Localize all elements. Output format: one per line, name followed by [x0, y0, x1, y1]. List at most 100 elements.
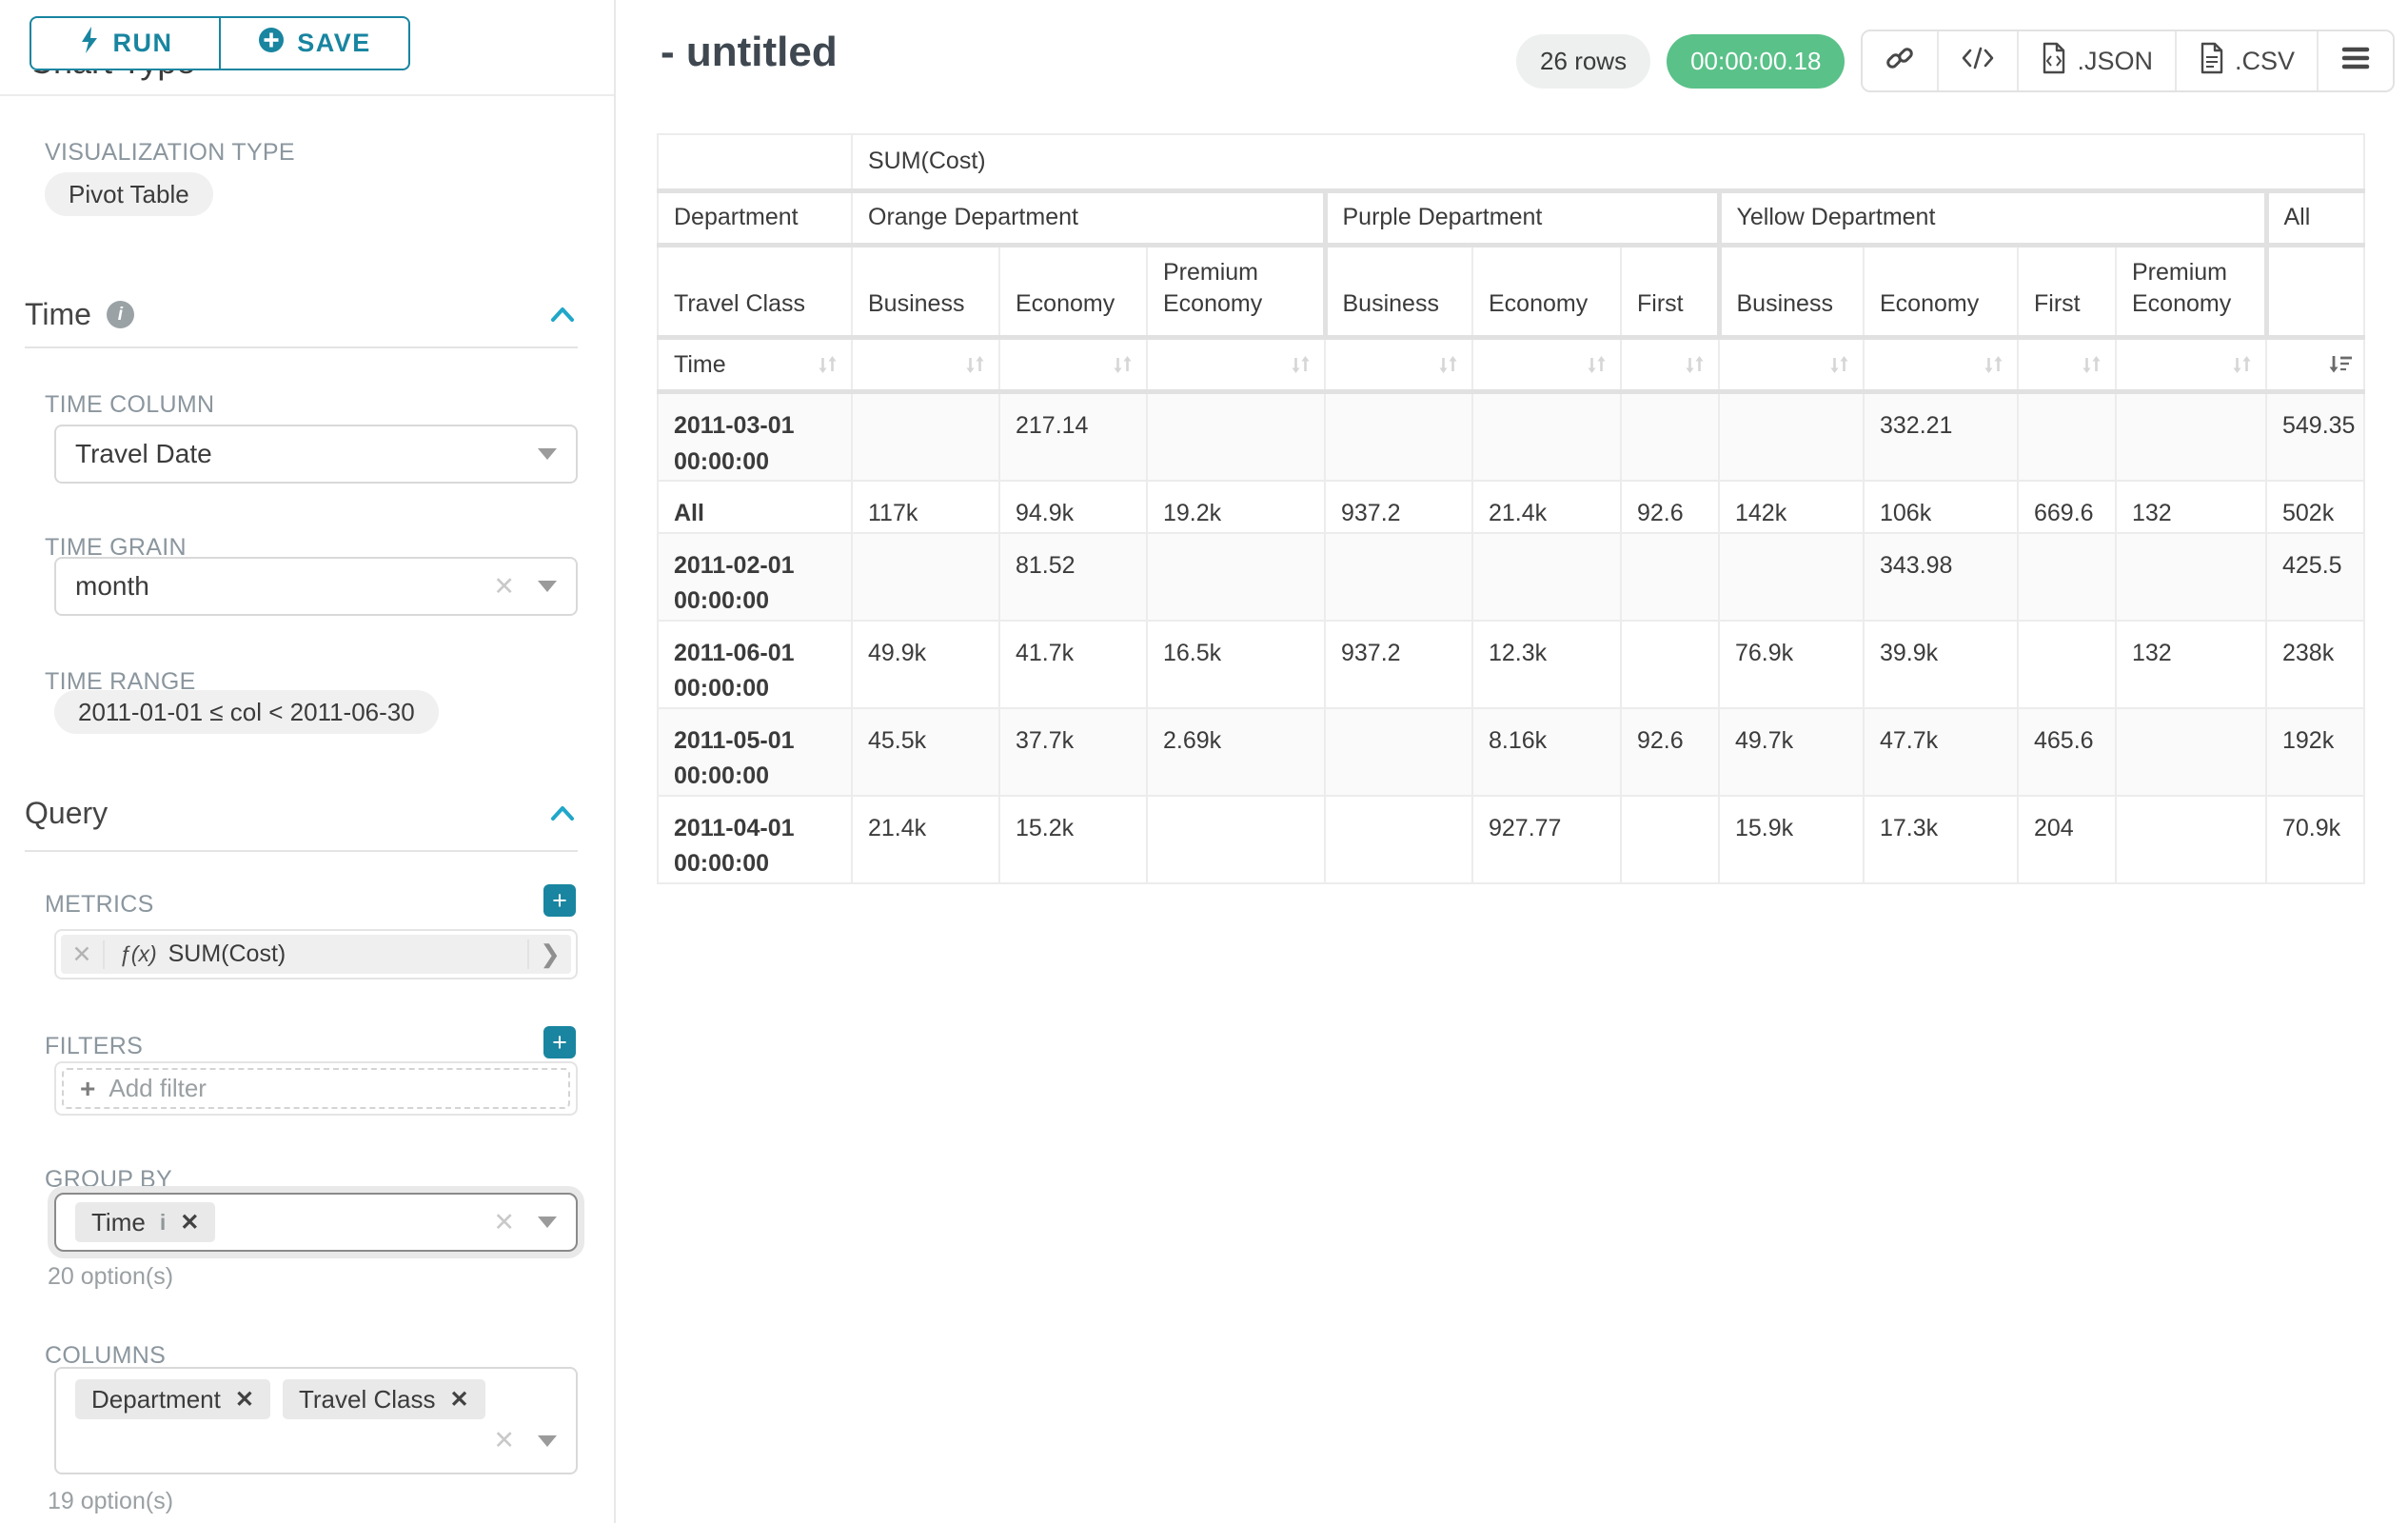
- sort-icon[interactable]: [1680, 350, 1708, 379]
- chevron-up-icon[interactable]: [549, 796, 576, 831]
- chart-title[interactable]: - untitled: [661, 29, 838, 76]
- sort-icon[interactable]: [1582, 350, 1610, 379]
- save-button[interactable]: SAVE: [220, 16, 410, 70]
- remove-chip-icon[interactable]: ✕: [180, 1209, 199, 1236]
- pivot-value-cell: [1719, 392, 1864, 482]
- department-axis-label: Department: [658, 190, 852, 245]
- caret-down-icon: [538, 1216, 557, 1228]
- sortable-column-header[interactable]: [1719, 338, 1864, 392]
- sortable-column-header[interactable]: [1472, 338, 1621, 392]
- selected-option-chip[interactable]: Timei✕: [75, 1202, 215, 1242]
- pivot-value-cell: [2018, 621, 2116, 708]
- hamburger-menu-icon: [2340, 46, 2371, 77]
- pivot-value-cell: [2116, 533, 2266, 621]
- time-range-chip[interactable]: 2011-01-01 ≤ col < 2011-06-30: [54, 690, 439, 734]
- chevron-right-icon[interactable]: ❯: [527, 940, 571, 969]
- time-axis-header[interactable]: Time: [658, 338, 852, 392]
- group-by-select[interactable]: Timei✕ ✕: [54, 1193, 578, 1252]
- sort-descending-icon[interactable]: [2325, 350, 2354, 379]
- travel-class-header: [2266, 245, 2364, 338]
- info-icon[interactable]: i: [107, 301, 134, 328]
- sortable-column-header[interactable]: [1147, 338, 1325, 392]
- columns-chips: Department✕ Travel Class✕: [75, 1379, 485, 1419]
- group-by-chips: Timei✕: [75, 1202, 215, 1242]
- pivot-value-cell: [1325, 392, 1472, 482]
- sortable-column-header[interactable]: [2018, 338, 2116, 392]
- save-button-label: SAVE: [297, 29, 371, 58]
- time-column-label: TIME COLUMN: [45, 391, 214, 419]
- export-json-button[interactable]: .JSON: [2019, 31, 2177, 90]
- time-column-select[interactable]: Travel Date: [54, 425, 578, 484]
- remove-chip-icon[interactable]: ✕: [235, 1386, 254, 1414]
- group-by-options-hint: 20 option(s): [48, 1263, 173, 1291]
- sortable-column-header[interactable]: [1621, 338, 1719, 392]
- pivot-value-cell: [1621, 533, 1719, 621]
- pivot-value-cell: 39.9k: [1864, 621, 2018, 708]
- run-save-buttons: RUN SAVE: [30, 16, 410, 70]
- pivot-value-cell: [2116, 392, 2266, 482]
- sortable-column-header[interactable]: [2116, 338, 2266, 392]
- export-csv-button[interactable]: .CSV: [2177, 31, 2319, 90]
- pivot-value-cell: 142k: [1719, 481, 1864, 533]
- pivot-value-cell: 70.9k: [2266, 796, 2364, 883]
- sort-icon[interactable]: [2077, 350, 2105, 379]
- sortable-column-header[interactable]: [1325, 338, 1472, 392]
- clear-icon[interactable]: ✕: [493, 574, 515, 600]
- columns-select[interactable]: Department✕ Travel Class✕ ✕: [54, 1367, 578, 1474]
- menu-button[interactable]: [2319, 31, 2393, 90]
- control-panel: Chart Type RUN SAVE VISUALIZATION TYPE: [0, 0, 616, 1523]
- plus-icon: +: [80, 1074, 95, 1104]
- add-metric-button[interactable]: +: [543, 884, 576, 917]
- run-button[interactable]: RUN: [30, 16, 220, 70]
- sort-icon[interactable]: [960, 350, 989, 379]
- visualization-type-label: VISUALIZATION TYPE: [45, 139, 295, 167]
- visualization-type-chip[interactable]: Pivot Table: [45, 172, 213, 216]
- selected-option-chip[interactable]: Travel Class✕: [283, 1379, 485, 1419]
- info-icon[interactable]: i: [160, 1210, 166, 1236]
- sort-icon[interactable]: [1825, 350, 1853, 379]
- sort-icon[interactable]: [1108, 350, 1136, 379]
- clear-icon[interactable]: ✕: [493, 1428, 515, 1454]
- sort-icon[interactable]: [1979, 350, 2007, 379]
- export-button-group: .JSON .CSV: [1861, 30, 2395, 92]
- time-grain-select[interactable]: month ✕: [54, 557, 578, 616]
- add-filter-button[interactable]: +: [543, 1026, 576, 1058]
- travel-class-header: Economy: [999, 245, 1147, 338]
- pivot-value-cell: [2116, 796, 2266, 883]
- department-group-header: Purple Department: [1325, 190, 1719, 245]
- pivot-value-cell: 15.9k: [1719, 796, 1864, 883]
- add-filter-dropzone[interactable]: + Add filter: [62, 1068, 570, 1109]
- pivot-value-cell: 92.6: [1621, 481, 1719, 533]
- sort-icon[interactable]: [813, 350, 841, 379]
- pivot-value-cell: 669.6: [2018, 481, 2116, 533]
- lightning-bolt-icon: [78, 26, 101, 61]
- pivot-value-cell: 8.16k: [1472, 708, 1621, 796]
- embed-code-button[interactable]: [1939, 31, 2019, 90]
- superset-explore-view: Chart Type RUN SAVE VISUALIZATION TYPE: [0, 0, 2408, 1523]
- remove-chip-icon[interactable]: ✕: [449, 1386, 468, 1414]
- chevron-up-icon[interactable]: [549, 297, 576, 332]
- pivot-value-cell: [852, 392, 999, 482]
- clear-icon[interactable]: ✕: [493, 1210, 515, 1236]
- pivot-value-cell: 343.98: [1864, 533, 2018, 621]
- sort-icon[interactable]: [2227, 350, 2256, 379]
- share-link-button[interactable]: [1863, 31, 1939, 90]
- row-label-cell: 2011-02-01 00:00:00: [658, 533, 852, 621]
- sortable-column-header[interactable]: [2266, 338, 2364, 392]
- selected-option-chip[interactable]: Department✕: [75, 1379, 270, 1419]
- sortable-column-header[interactable]: [999, 338, 1147, 392]
- travel-class-header: First: [2018, 245, 2116, 338]
- pivot-value-cell: 49.9k: [852, 621, 999, 708]
- metric-chip[interactable]: ✕ ƒ(x) SUM(Cost) ❯: [61, 935, 571, 974]
- travel-class-header: First: [1621, 245, 1719, 338]
- file-lines-icon: [2199, 42, 2225, 81]
- remove-metric-icon[interactable]: ✕: [61, 940, 105, 969]
- pivot-value-cell: 927.77: [1472, 796, 1621, 883]
- sortable-column-header[interactable]: [1864, 338, 2018, 392]
- sort-icon[interactable]: [1286, 350, 1314, 379]
- department-group-header: All: [2266, 190, 2364, 245]
- sortable-column-header[interactable]: [852, 338, 999, 392]
- pivot-value-cell: 21.4k: [852, 796, 999, 883]
- pivot-value-cell: [2116, 708, 2266, 796]
- sort-icon[interactable]: [1433, 350, 1462, 379]
